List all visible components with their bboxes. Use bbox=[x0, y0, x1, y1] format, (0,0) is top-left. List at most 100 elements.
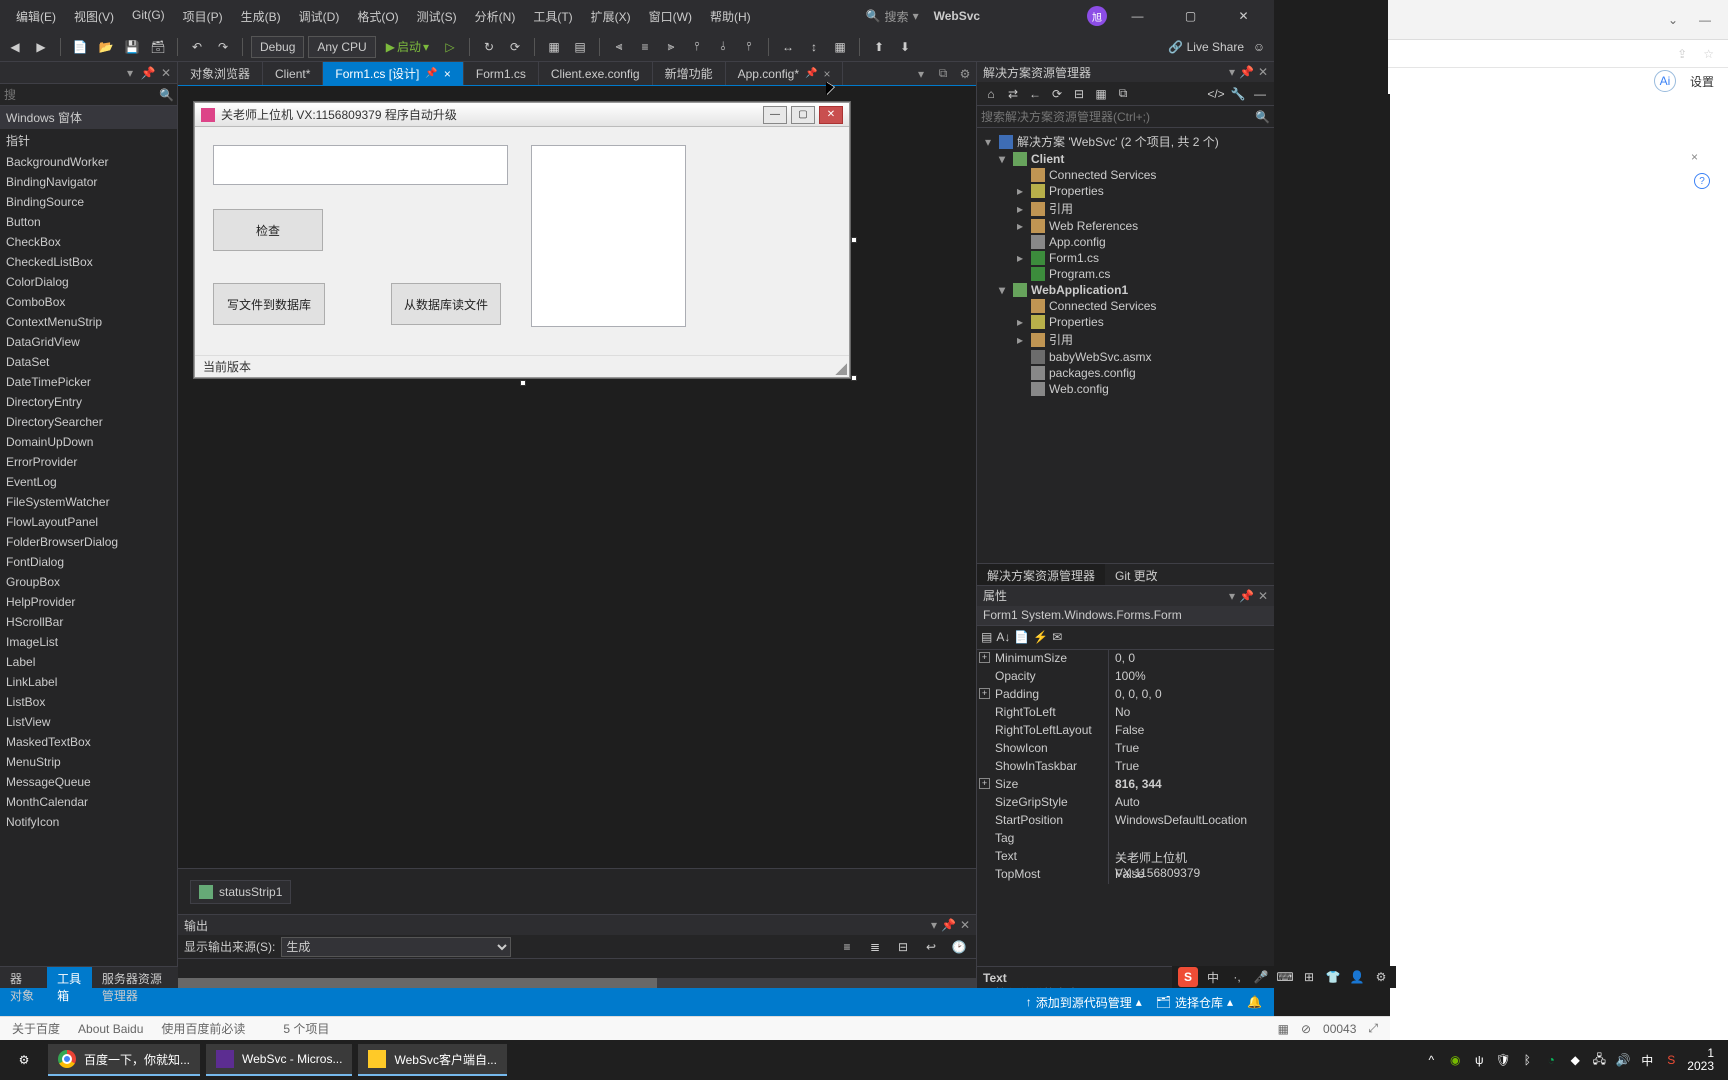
undo-icon[interactable]: ↶ bbox=[186, 36, 208, 58]
align-mid-icon[interactable]: ⫰ bbox=[712, 36, 734, 58]
toolbox-item[interactable]: MessageQueue bbox=[0, 772, 177, 792]
share-icon[interactable]: ⇪ bbox=[1677, 47, 1687, 61]
t2-icon[interactable]: ▤ bbox=[569, 36, 591, 58]
tab-close-icon[interactable]: × bbox=[444, 67, 451, 81]
resize-handle-icon[interactable] bbox=[520, 380, 526, 386]
expand-icon[interactable]: + bbox=[979, 652, 990, 663]
refresh-icon[interactable]: ⟳ bbox=[504, 36, 526, 58]
prop-value[interactable]: No bbox=[1109, 704, 1274, 722]
ime-punct-icon[interactable]: ·, bbox=[1228, 968, 1246, 986]
align-right-icon[interactable]: ⫸ bbox=[660, 36, 682, 58]
search-icon[interactable]: 🔍 bbox=[1255, 110, 1270, 124]
collapse-icon[interactable]: ⊟ bbox=[1069, 84, 1089, 104]
form-designer[interactable]: 关老师上位机 VX:1156809379 程序自动升级 — ▢ ✕ 检查 写文件… bbox=[178, 86, 976, 868]
toolbox-item[interactable]: ErrorProvider bbox=[0, 452, 177, 472]
toolbox-item[interactable]: Button bbox=[0, 212, 177, 232]
toolbox-item[interactable]: CheckedListBox bbox=[0, 252, 177, 272]
toolbox-item[interactable]: MenuStrip bbox=[0, 752, 177, 772]
output-dropdown-icon[interactable]: ▾ bbox=[931, 918, 937, 932]
sogou-icon[interactable]: S bbox=[1178, 967, 1198, 987]
repo-select[interactable]: 🗂 选择仓库 ▴ bbox=[1156, 994, 1233, 1011]
toolbox-pin-icon[interactable]: 📌 bbox=[141, 66, 155, 80]
document-tab[interactable]: 新增功能 bbox=[653, 62, 726, 85]
sln-tab[interactable]: Git 更改 bbox=[1105, 564, 1168, 585]
grid-view-icon[interactable]: ▦ bbox=[1278, 1022, 1289, 1036]
align-bot-icon[interactable]: ⫯ bbox=[738, 36, 760, 58]
ime-cn-icon[interactable]: 中 bbox=[1204, 968, 1222, 986]
toolbox-dropdown-icon[interactable]: ▾ bbox=[123, 66, 137, 80]
expand-icon[interactable]: + bbox=[979, 688, 990, 699]
prop-value[interactable]: 816, 344 bbox=[1109, 776, 1274, 794]
scm-button[interactable]: ↑ 添加到源代码管理 ▴ bbox=[1026, 994, 1142, 1011]
menu-item[interactable]: 生成(B) bbox=[233, 4, 289, 29]
prop-row[interactable]: SizeGripStyleAuto bbox=[977, 794, 1274, 812]
events-icon[interactable]: ⚡ bbox=[1033, 630, 1048, 644]
expand-arrow-icon[interactable]: ▾ bbox=[995, 283, 1009, 297]
toolbox-item[interactable]: DataSet bbox=[0, 352, 177, 372]
tree-item[interactable]: ▸Properties bbox=[977, 314, 1274, 330]
tree-item[interactable]: ▾解决方案 'WebSvc' (2 个项目, 共 2 个) bbox=[977, 132, 1274, 151]
resize-handle-icon[interactable] bbox=[851, 375, 857, 381]
prop-value[interactable] bbox=[1109, 830, 1274, 848]
prop-row[interactable]: ShowInTaskbarTrue bbox=[977, 758, 1274, 776]
tab-dropdown-icon[interactable]: ▾ bbox=[910, 62, 932, 85]
toolbox-item[interactable]: DomainUpDown bbox=[0, 432, 177, 452]
listbox-control[interactable] bbox=[531, 145, 686, 327]
prop-value[interactable]: False bbox=[1109, 866, 1274, 884]
sp-h-icon[interactable]: ↔ bbox=[777, 36, 799, 58]
tree-item[interactable]: ▾WebApplication1 bbox=[977, 282, 1274, 298]
menu-item[interactable]: 窗口(W) bbox=[641, 4, 700, 29]
toolbox-item[interactable]: 指针 bbox=[0, 129, 177, 152]
menu-item[interactable]: 视图(V) bbox=[66, 4, 122, 29]
home-icon[interactable]: ⌂ bbox=[981, 84, 1001, 104]
output-tool-icon[interactable]: ≡ bbox=[836, 936, 858, 958]
check-button[interactable]: 检查 bbox=[213, 209, 323, 251]
toolbox-item[interactable]: ListBox bbox=[0, 692, 177, 712]
toolbox-item[interactable]: BindingNavigator bbox=[0, 172, 177, 192]
output-tool-icon[interactable]: ⊟ bbox=[892, 936, 914, 958]
textbox-control[interactable] bbox=[213, 145, 508, 185]
sp-v-icon[interactable]: ↕ bbox=[803, 36, 825, 58]
bring-front-icon[interactable]: ⬆ bbox=[868, 36, 890, 58]
prop-row[interactable]: Opacity100% bbox=[977, 668, 1274, 686]
tree-item[interactable]: Connected Services bbox=[977, 167, 1274, 183]
toolbox-search-input[interactable] bbox=[4, 88, 159, 102]
tray-bt-icon[interactable]: ᛒ bbox=[1519, 1052, 1535, 1068]
props-page-icon[interactable]: 📄 bbox=[1014, 630, 1029, 644]
sln-dropdown-icon[interactable]: ▾ bbox=[1229, 65, 1235, 79]
baidu-link[interactable]: 关于百度 bbox=[12, 1020, 60, 1037]
nav-fwd-icon[interactable]: ▶ bbox=[30, 36, 52, 58]
prop-row[interactable]: Text关老师上位机 VX:1156809379 bbox=[977, 848, 1274, 866]
sln-pin-icon[interactable]: 📌 bbox=[1239, 65, 1254, 79]
copy-icon[interactable]: ⧉ bbox=[1113, 84, 1133, 104]
chevron-down-icon[interactable]: ⌄ bbox=[1664, 11, 1682, 29]
tree-item[interactable]: ▸引用 bbox=[977, 330, 1274, 349]
ime-clothes-icon[interactable]: 👕 bbox=[1324, 968, 1342, 986]
edge-settings[interactable]: 设置 bbox=[1690, 73, 1714, 90]
tree-item[interactable]: Connected Services bbox=[977, 298, 1274, 314]
prop-row[interactable]: Tag bbox=[977, 830, 1274, 848]
prop-row[interactable]: RightToLeftLayoutFalse bbox=[977, 722, 1274, 740]
liveshare-button[interactable]: 🔗 Live Share bbox=[1168, 40, 1244, 54]
toolbox-close-icon[interactable]: ✕ bbox=[159, 66, 173, 80]
document-tab[interactable]: Form1.cs bbox=[464, 62, 539, 85]
pin-icon[interactable]: 📌 bbox=[805, 68, 817, 79]
tree-item[interactable]: ▾Client bbox=[977, 151, 1274, 167]
tray-ime-icon[interactable]: 中 bbox=[1639, 1052, 1655, 1068]
tab-window-icon[interactable]: ⧉ bbox=[932, 62, 954, 85]
prop-value[interactable]: 0, 0 bbox=[1109, 650, 1274, 668]
prop-value[interactable]: WindowsDefaultLocation bbox=[1109, 812, 1274, 830]
cat-icon[interactable]: ▤ bbox=[981, 630, 992, 644]
props-pin-icon[interactable]: 📌 bbox=[1239, 589, 1254, 603]
document-tab[interactable]: Client* bbox=[263, 62, 323, 85]
save-all-icon[interactable]: 🗃 bbox=[147, 36, 169, 58]
tree-item[interactable]: ▸引用 bbox=[977, 199, 1274, 218]
resize-handle-icon[interactable] bbox=[851, 237, 857, 243]
open-icon[interactable]: 📂 bbox=[95, 36, 117, 58]
platform-select[interactable]: Any CPU bbox=[308, 36, 375, 58]
toolbox-item[interactable]: HScrollBar bbox=[0, 612, 177, 632]
expand-arrow-icon[interactable]: ▸ bbox=[1013, 219, 1027, 233]
menu-item[interactable]: Git(G) bbox=[124, 4, 173, 29]
search-pill[interactable]: 🔍 搜索 ▾ bbox=[866, 8, 919, 25]
menu-item[interactable]: 帮助(H) bbox=[702, 4, 759, 29]
